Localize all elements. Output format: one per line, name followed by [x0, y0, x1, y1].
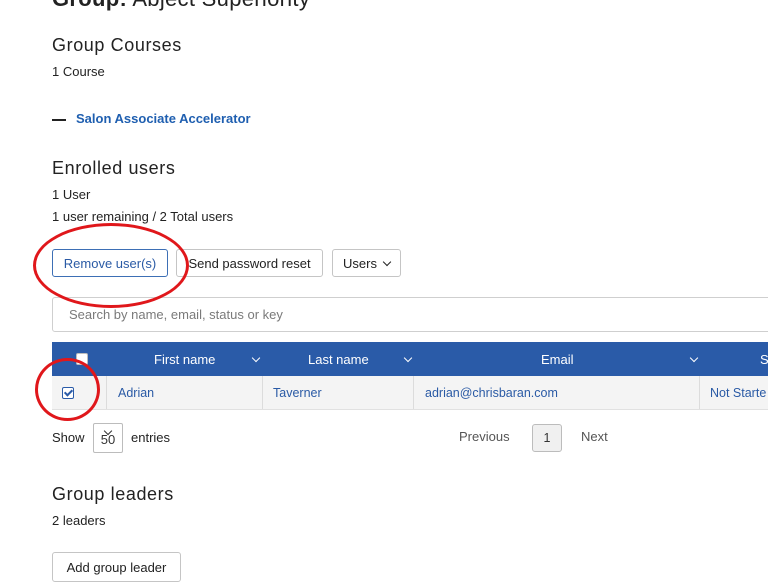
group-label: Group: — [52, 0, 127, 11]
show-label: Show — [52, 430, 85, 445]
users-dropdown-label: Users — [343, 255, 377, 271]
cell-email[interactable]: adrian@chrisbaran.com — [425, 376, 558, 409]
next-page-button[interactable]: Next — [581, 429, 608, 444]
send-password-reset-button[interactable]: Send password reset — [176, 249, 323, 277]
collapse-dash-icon[interactable] — [52, 118, 66, 121]
group-leaders-heading: Group leaders — [52, 484, 174, 504]
cell-first-name[interactable]: Adrian — [118, 376, 154, 409]
table-row: Adrian Taverner adrian@chrisbaran.com No… — [52, 376, 768, 410]
group-name: Abject Superiority — [132, 0, 310, 11]
cell-status[interactable]: Not Starte — [710, 376, 766, 409]
column-status[interactable]: S — [760, 342, 768, 376]
group-courses-heading: Group Courses — [52, 35, 182, 55]
entries-label: entries — [131, 430, 171, 445]
column-first-name[interactable]: First name — [154, 342, 215, 376]
course-item[interactable]: Salon Associate Accelerator — [52, 111, 251, 126]
column-email[interactable]: Email — [541, 342, 574, 376]
entries-select[interactable]: 50 — [93, 423, 123, 453]
sort-last-name-icon[interactable] — [403, 342, 413, 376]
add-group-leader-button[interactable]: Add group leader — [52, 552, 181, 582]
column-last-name[interactable]: Last name — [308, 342, 369, 376]
page-title: Group: Abject Superiority — [52, 0, 310, 12]
course-link[interactable]: Salon Associate Accelerator — [76, 111, 251, 126]
table-header: First name Last name Email S — [52, 342, 768, 376]
cell-last-name[interactable]: Taverner — [273, 376, 322, 409]
annotation-circle-remove — [33, 223, 189, 308]
previous-page-button[interactable]: Previous — [459, 429, 510, 444]
course-count: 1 Course — [52, 64, 105, 79]
page-1-button[interactable]: 1 — [532, 424, 562, 452]
users-dropdown[interactable]: Users — [332, 249, 401, 277]
sort-email-icon[interactable] — [689, 342, 699, 376]
chevron-down-icon — [382, 257, 392, 266]
user-count: 1 User — [52, 187, 91, 202]
users-remaining: 1 user remaining / 2 Total users — [52, 209, 234, 224]
annotation-circle-checkbox — [35, 358, 100, 421]
search-input[interactable] — [52, 297, 768, 332]
enrolled-users-heading: Enrolled users — [52, 158, 176, 178]
sort-first-name-icon[interactable] — [251, 342, 261, 376]
leader-count: 2 leaders — [52, 513, 106, 528]
